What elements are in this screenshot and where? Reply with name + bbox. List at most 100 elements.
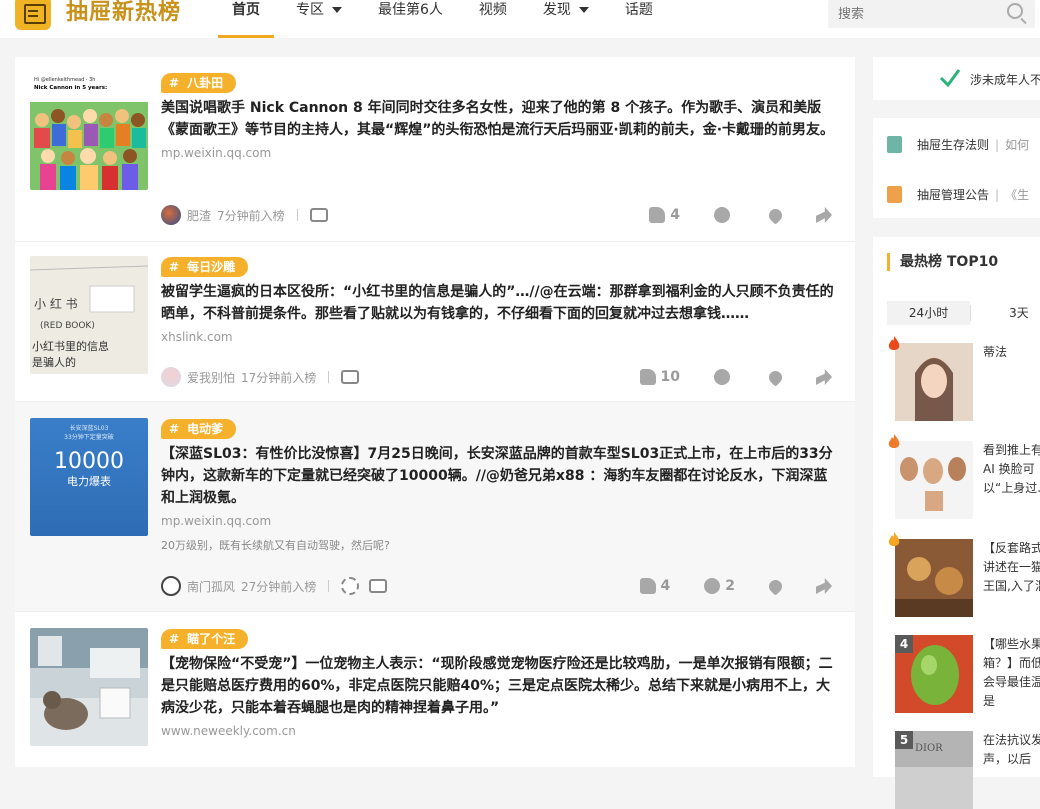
category-tag[interactable]: # 八卦田 — [161, 73, 237, 93]
divider — [328, 371, 330, 383]
subject-icon[interactable] — [341, 370, 360, 384]
author-name[interactable]: 肥渣 — [187, 207, 211, 224]
post-thumbnail[interactable] — [30, 628, 148, 746]
svg-text:电力爆表: 电力爆表 — [67, 474, 111, 488]
hot-list-item[interactable]: DIOR 5 在法抗议发声，以后 — [895, 731, 1040, 809]
post-content: # 每日沙雕 被留学生逼疯的日本区役所：“小红书里的信息是骗人的”…//@在云端：… — [161, 256, 837, 344]
top-header: 抽屉新热榜 首页 专区 最佳第6人 视频 发现 话题 — [0, 0, 1040, 38]
comment-icon — [714, 207, 730, 223]
post-actions: 10 — [606, 367, 837, 387]
share-button[interactable] — [816, 578, 837, 594]
notice-box: 涉未成年人不 — [873, 57, 1040, 100]
post-actions: 4 2 — [606, 576, 838, 596]
announcement-link[interactable]: 抽屉管理公告 | 《生 — [887, 186, 1029, 203]
announcement-link[interactable]: 抽屉生存法则 | 如何 — [887, 136, 1029, 153]
post-time: 27分钟前入榜 — [241, 579, 317, 594]
hot-list-item[interactable]: 【反套路式事讲述在一猫猫王国,入了混乱 — [888, 532, 1040, 619]
avatar[interactable] — [161, 367, 181, 387]
comment-button[interactable] — [714, 207, 735, 223]
post-actions: 4 — [615, 205, 837, 225]
announcement-box: 抽屉生存法则 | 如何 抽屉管理公告 | 《生 — [873, 118, 1040, 218]
post-domain[interactable]: xhslink.com — [161, 330, 837, 344]
hot-list-item[interactable]: 蒂法 — [888, 336, 1040, 423]
post-domain[interactable]: mp.weixin.qq.com — [161, 514, 837, 528]
avatar[interactable] — [161, 576, 181, 596]
feed-item: # 瞄了个汪 【宠物保险“不受宠”】一位宠物主人表示：“现阶段感觉宠物医疗险还是比… — [15, 612, 855, 772]
share-button[interactable] — [816, 369, 837, 385]
category-tag[interactable]: # 电动爹 — [161, 419, 237, 439]
post-title[interactable]: 美国说唱歌手 Nick Cannon 8 年间同时交往多名女性，迎来了他的第 8… — [161, 97, 837, 141]
handwriting-note-image: 小 红 书 (RED BOOK) 小红书里的信息 是骗人的 — [30, 256, 148, 374]
flame-icon — [888, 532, 900, 546]
search-input[interactable] — [828, 0, 998, 28]
post-title[interactable]: 【深蓝SL03：有性价比没惊喜】7月25日晚间，长安深蓝品牌的首款车型SL03正… — [161, 443, 837, 509]
nav-video[interactable]: 视频 — [465, 0, 521, 38]
search-icon[interactable] — [1007, 3, 1023, 19]
hot-item-text: 【反套路式事讲述在一猫猫王国,入了混乱 — [983, 541, 1040, 593]
hot-thumbnail — [895, 343, 973, 421]
feed-item: 小 红 书 (RED BOOK) 小红书里的信息 是骗人的 # 每日沙雕 被留学生… — [15, 242, 855, 402]
hot-item-text: 在法抗议发声，以后 — [983, 733, 1040, 766]
settings-icon[interactable] — [341, 577, 360, 595]
post-domain[interactable]: www.neweekly.com.cn — [161, 724, 837, 738]
hot-panel-title: 最热榜 TOP10 — [887, 253, 998, 271]
hot-list-item[interactable]: 看到推上有的 AI 换脸可以“上身过... — [888, 434, 1040, 521]
nav-home[interactable]: 首页 — [218, 0, 274, 38]
notice-text[interactable]: 涉未成年人不 — [970, 71, 1040, 88]
svg-text:DIOR: DIOR — [915, 743, 943, 754]
share-button[interactable] — [816, 207, 837, 223]
cartoon-crowd-image: Hi @ellenkeithmead · 3h Nick Cannon in 5… — [30, 72, 148, 190]
post-content: # 电动爹 【深蓝SL03：有性价比没惊喜】7月25日晚间，长安深蓝品牌的首款车型… — [161, 418, 837, 553]
comment-button[interactable]: 2 — [704, 578, 735, 594]
hot-list-item[interactable]: 4 【哪些水果冰箱？】而低温会导最佳温度是 — [895, 635, 1040, 715]
svg-text:小 红 书: 小 红 书 — [34, 296, 78, 311]
chevron-down-icon — [332, 7, 342, 13]
author-name[interactable]: 爱我别怕 — [187, 369, 235, 386]
nav-best-sixth[interactable]: 最佳第6人 — [364, 0, 457, 38]
category-tag[interactable]: # 每日沙雕 — [161, 257, 249, 277]
svg-text:(RED BOOK): (RED BOOK) — [40, 321, 95, 331]
site-logo-text[interactable]: 抽屉新热榜 — [66, 0, 181, 26]
feed-item: Hi @ellenkeithmead · 3h Nick Cannon in 5… — [15, 57, 855, 242]
post-domain[interactable]: mp.weixin.qq.com — [161, 146, 837, 160]
svg-text:小红书里的信息: 小红书里的信息 — [32, 339, 109, 353]
cat-clinic-image — [30, 628, 148, 746]
comment-button[interactable] — [714, 369, 735, 385]
rank-badge: 5 — [895, 731, 913, 749]
post-thumbnail[interactable]: 长安深蓝SL03 33分钟下定量突破 10000 电力爆表 — [30, 418, 148, 536]
post-time: 17分钟前入榜 — [241, 370, 317, 385]
post-title[interactable]: 【宠物保险“不受宠”】一位宠物主人表示：“现阶段感觉宠物医疗险还是比较鸡肋，一是… — [161, 653, 837, 719]
nav-zones[interactable]: 专区 — [282, 0, 356, 38]
comment-icon — [714, 369, 730, 385]
avatar[interactable] — [161, 205, 181, 225]
nav-discover[interactable]: 发现 — [529, 0, 603, 38]
favorite-button[interactable] — [766, 205, 785, 225]
favorite-button[interactable] — [766, 367, 785, 387]
notice-icon — [887, 186, 902, 203]
rank-badge: 4 — [895, 635, 913, 653]
category-tag[interactable]: # 瞄了个汪 — [161, 629, 249, 649]
post-thumbnail[interactable]: 小 红 书 (RED BOOK) 小红书里的信息 是骗人的 — [30, 256, 148, 374]
logo-icon[interactable] — [15, 0, 51, 30]
document-icon[interactable] — [369, 579, 388, 593]
like-button[interactable]: 4 — [649, 207, 680, 223]
heart-icon — [766, 576, 785, 596]
hot-tabs: 24小时 3天 — [887, 301, 1040, 325]
subject-icon[interactable] — [309, 208, 328, 222]
post-thumbnail[interactable]: Hi @ellenkeithmead · 3h Nick Cannon in 5… — [30, 72, 148, 190]
like-button[interactable]: 10 — [639, 369, 680, 385]
nav-topics[interactable]: 话题 — [611, 0, 667, 38]
hot-top10-panel: 最热榜 TOP10 24小时 3天 蒂法 看到推上有的 AI 换脸可以“上身过.… — [873, 237, 1040, 809]
post-meta: 爱我别怕 17分钟前入榜 10 — [161, 367, 837, 387]
share-icon — [816, 207, 832, 223]
feed-item: 长安深蓝SL03 33分钟下定量突破 10000 电力爆表 # 电动爹 【深蓝SL… — [15, 402, 855, 612]
svg-text:33分钟下定量突破: 33分钟下定量突破 — [64, 433, 114, 441]
like-button[interactable]: 4 — [639, 578, 670, 594]
share-icon — [816, 578, 832, 594]
author-name[interactable]: 南门孤风 — [187, 578, 235, 595]
favorite-button[interactable] — [766, 576, 785, 596]
tab-3days[interactable]: 3天 — [970, 305, 1040, 321]
post-title[interactable]: 被留学生逼疯的日本区役所：“小红书里的信息是骗人的”…//@在云端：那群拿到福利… — [161, 281, 837, 325]
main-nav: 首页 专区 最佳第6人 视频 发现 话题 — [218, 0, 675, 38]
tab-24h[interactable]: 24小时 — [887, 301, 971, 325]
